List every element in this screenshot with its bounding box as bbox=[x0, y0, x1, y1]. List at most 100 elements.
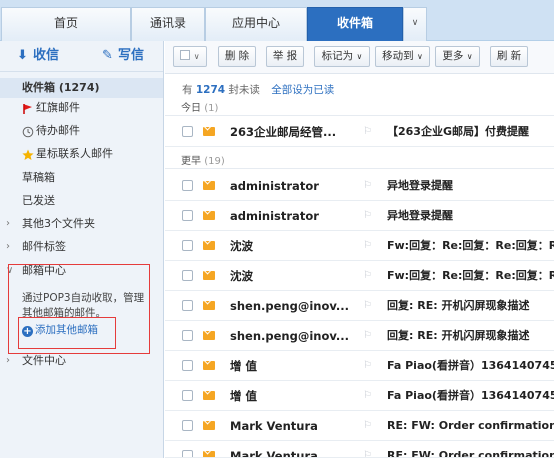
email-subject: 异地登录提醒 bbox=[387, 179, 453, 192]
sidebar-item-label: 待办邮件 bbox=[36, 124, 80, 137]
flag-icon[interactable]: ⚐ bbox=[363, 300, 373, 311]
email-row[interactable]: 263企业邮局经管... ⚐ 【263企业G邮局】付费提醒 bbox=[165, 117, 554, 147]
flag-icon[interactable]: ⚐ bbox=[363, 450, 373, 457]
flag-icon[interactable]: ⚐ bbox=[363, 126, 373, 137]
sidebar-item-label: 其他3个文件夹 bbox=[22, 217, 95, 230]
row-checkbox[interactable] bbox=[182, 270, 193, 281]
flag-icon[interactable]: ⚐ bbox=[363, 240, 373, 251]
envelope-icon bbox=[203, 241, 215, 250]
row-checkbox[interactable] bbox=[182, 450, 193, 457]
write-mail-button[interactable]: ✎ 写信 bbox=[102, 45, 144, 67]
email-subject: Fw:回复：Re:回复：Re:回复：Re bbox=[387, 269, 554, 282]
tab-inbox[interactable]: 收件箱 bbox=[307, 7, 403, 41]
receive-mail-button[interactable]: ⬇ 收信 bbox=[17, 45, 59, 67]
delete-button[interactable]: 删 除 bbox=[218, 46, 256, 67]
email-row[interactable]: 增 值 ⚐ Fa Piao(看拼音）13641407459 bbox=[165, 351, 554, 381]
checkbox-icon bbox=[180, 50, 191, 60]
row-checkbox[interactable] bbox=[182, 240, 193, 251]
envelope-icon bbox=[203, 127, 215, 136]
mark-as-dropdown[interactable]: 标记为 ∨ bbox=[314, 46, 370, 67]
tab-home[interactable]: 首页 bbox=[1, 7, 131, 41]
email-row[interactable]: administrator ⚐ 异地登录提醒 bbox=[165, 201, 554, 231]
sidebar-item-drafts[interactable]: 草稿箱 bbox=[0, 168, 163, 188]
sidebar-item-file-center[interactable]: › 文件中心 bbox=[0, 351, 163, 371]
chevron-down-icon: ∨ bbox=[411, 18, 419, 28]
group-label: 更早 bbox=[181, 156, 201, 167]
row-checkbox[interactable] bbox=[182, 126, 193, 137]
star-icon bbox=[22, 148, 34, 160]
flag-icon[interactable]: ⚐ bbox=[363, 210, 373, 221]
email-row[interactable]: 沈波 ⚐ Fw:回复：Re:回复：Re:回复：Re bbox=[165, 231, 554, 261]
tab-app-center[interactable]: 应用中心 bbox=[205, 7, 307, 41]
email-subject: 【263企业G邮局】付费提醒 bbox=[387, 125, 529, 138]
email-subject: RE: FW: Order confirmation 2 bbox=[387, 419, 554, 432]
group-header-earlier: 更早 (19) bbox=[165, 154, 554, 169]
summary-suffix: 封未读 bbox=[228, 84, 260, 96]
envelope-icon bbox=[203, 361, 215, 370]
more-dropdown[interactable]: 更多 ∨ bbox=[435, 46, 480, 67]
email-sender: administrator bbox=[230, 179, 319, 193]
row-checkbox[interactable] bbox=[182, 210, 193, 221]
sidebar-item-inbox[interactable]: 收件箱 (1274) bbox=[0, 78, 163, 98]
email-subject: RE: FW: Order confirmation 2 bbox=[387, 449, 554, 458]
email-row[interactable]: Mark Ventura ⚐ RE: FW: Order confirmatio… bbox=[165, 441, 554, 458]
email-sender: 增 值 bbox=[230, 389, 258, 403]
flag-icon[interactable]: ⚐ bbox=[363, 330, 373, 341]
receive-label: 收信 bbox=[33, 48, 60, 63]
chevron-down-icon: ∨ bbox=[416, 52, 423, 61]
top-nav: 首页 通讯录 应用中心 收件箱 ∨ bbox=[0, 0, 554, 41]
download-icon: ⬇ bbox=[17, 48, 28, 63]
email-sender: shen.peng@inov... bbox=[230, 329, 350, 343]
envelope-icon bbox=[203, 451, 215, 457]
sidebar-item-pending[interactable]: 待办邮件 bbox=[0, 121, 163, 141]
email-sender: 沈波 bbox=[230, 269, 253, 283]
tab-contacts[interactable]: 通讯录 bbox=[131, 7, 205, 41]
group-label: 今日 bbox=[181, 103, 201, 114]
flag-icon[interactable]: ⚐ bbox=[363, 420, 373, 431]
envelope-icon bbox=[203, 301, 215, 310]
email-subject: 回复: RE: 开机闪屏现象描述 bbox=[387, 329, 530, 342]
row-checkbox[interactable] bbox=[182, 300, 193, 311]
email-row[interactable]: 增 值 ⚐ Fa Piao(看拼音）13641407459 bbox=[165, 381, 554, 411]
move-to-dropdown[interactable]: 移动到 ∨ bbox=[375, 46, 430, 67]
sidebar-item-redflag[interactable]: 红旗邮件 bbox=[0, 98, 163, 118]
mark-all-read-link[interactable]: 全部设为已读 bbox=[271, 84, 334, 96]
email-subject: Fa Piao(看拼音）13641407459 bbox=[387, 359, 554, 372]
flag-icon[interactable]: ⚐ bbox=[363, 390, 373, 401]
sidebar-item-mail-tags[interactable]: › 邮件标签 bbox=[0, 237, 163, 257]
flag-icon[interactable]: ⚐ bbox=[363, 270, 373, 281]
row-checkbox[interactable] bbox=[182, 180, 193, 191]
flag-icon[interactable]: ⚐ bbox=[363, 360, 373, 371]
unread-count: 1274 bbox=[195, 84, 226, 96]
email-row[interactable]: 沈波 ⚐ Fw:回复：Re:回复：Re:回复：Re bbox=[165, 261, 554, 291]
row-checkbox[interactable] bbox=[182, 330, 193, 341]
email-sender: 增 值 bbox=[230, 359, 258, 373]
move-to-label: 移动到 bbox=[382, 50, 414, 62]
envelope-icon bbox=[203, 271, 215, 280]
row-checkbox[interactable] bbox=[182, 420, 193, 431]
sidebar-item-other-folders[interactable]: › 其他3个文件夹 bbox=[0, 214, 163, 234]
report-button[interactable]: 举 报 bbox=[266, 46, 304, 67]
chevron-right-icon: › bbox=[6, 218, 10, 229]
row-checkbox[interactable] bbox=[182, 360, 193, 371]
refresh-button[interactable]: 刷 新 bbox=[490, 46, 528, 67]
email-row[interactable]: shen.peng@inov... ⚐ 回复: RE: 开机闪屏现象描述 bbox=[165, 291, 554, 321]
sidebar-item-label: 文件中心 bbox=[22, 354, 66, 367]
email-sender: 沈波 bbox=[230, 239, 253, 253]
clock-icon bbox=[22, 125, 34, 138]
sidebar-item-starred[interactable]: 星标联系人邮件 bbox=[0, 144, 163, 164]
sidebar-item-sent[interactable]: 已发送 bbox=[0, 191, 163, 211]
row-checkbox[interactable] bbox=[182, 390, 193, 401]
red-flag-icon bbox=[22, 102, 34, 114]
flag-icon[interactable]: ⚐ bbox=[363, 180, 373, 191]
tab-more-dropdown[interactable]: ∨ bbox=[403, 7, 427, 41]
toolbar: ∨ 删 除 举 报 标记为 ∨ 移动到 ∨ 更多 ∨ 刷 新 bbox=[165, 41, 554, 74]
email-row[interactable]: administrator ⚐ 异地登录提醒 bbox=[165, 171, 554, 201]
email-row[interactable]: shen.peng@inov... ⚐ 回复: RE: 开机闪屏现象描述 bbox=[165, 321, 554, 351]
chevron-down-icon: ∨ bbox=[356, 52, 363, 61]
select-all-dropdown[interactable]: ∨ bbox=[173, 46, 207, 67]
email-subject: Fa Piao(看拼音）13641407459 bbox=[387, 389, 554, 402]
chevron-right-icon: › bbox=[6, 355, 10, 366]
email-row[interactable]: Mark Ventura ⚐ RE: FW: Order confirmatio… bbox=[165, 411, 554, 441]
chevron-down-icon: ∨ bbox=[193, 52, 200, 61]
